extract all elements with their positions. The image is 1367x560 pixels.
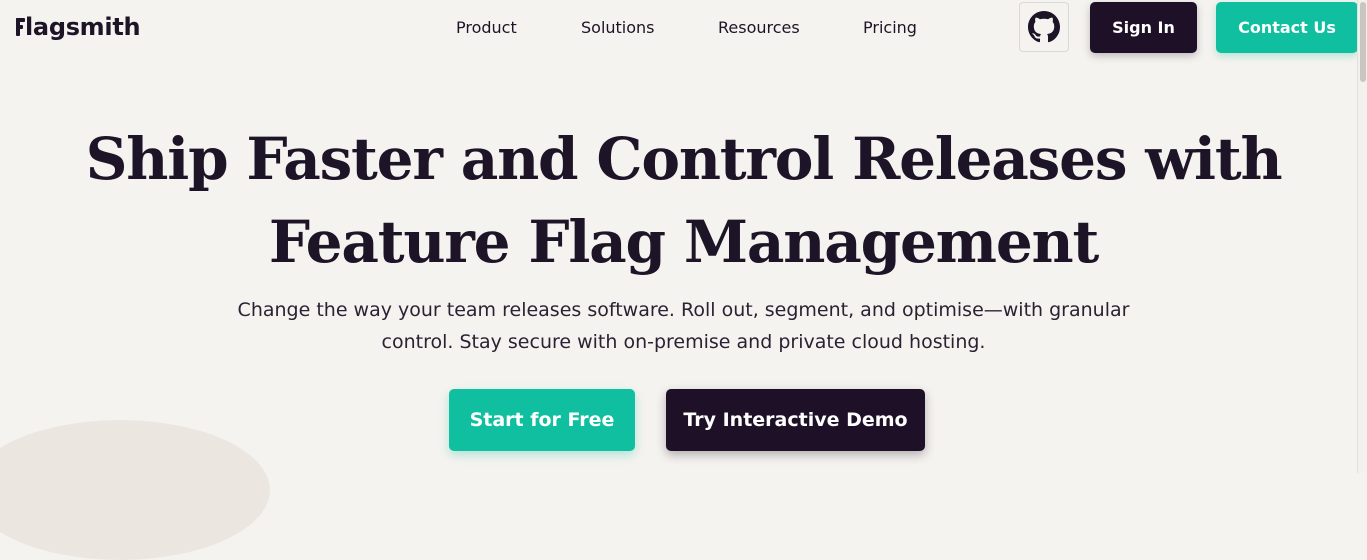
flagsmith-logo[interactable]: lagsmith	[16, 10, 141, 44]
nav-item-solutions[interactable]: Solutions	[581, 14, 655, 42]
sign-in-button[interactable]: Sign In	[1090, 2, 1197, 53]
nav-item-resources[interactable]: Resources	[718, 14, 800, 42]
site-header: lagsmith Product Solutions Resources Pri…	[0, 0, 1358, 56]
hero-title-line-2: Feature Flag Management	[268, 208, 1099, 276]
hero-subtitle-line-2: control. Stay secure with on-premise and…	[381, 331, 986, 353]
background-decoration	[0, 420, 270, 560]
github-icon	[1028, 11, 1060, 43]
start-for-free-button[interactable]: Start for Free	[449, 389, 635, 451]
github-button[interactable]	[1019, 2, 1069, 52]
hero-title: Ship Faster and Control Releases with Fe…	[0, 118, 1367, 284]
hero-subtitle: Change the way your team releases softwa…	[0, 294, 1367, 358]
hero-title-line-1: Ship Faster and Control Releases with	[85, 125, 1283, 193]
scrollbar-thumb[interactable]	[1360, 2, 1366, 82]
nav-item-pricing[interactable]: Pricing	[863, 14, 917, 42]
nav-item-product[interactable]: Product	[456, 14, 517, 42]
contact-us-button[interactable]: Contact Us	[1216, 2, 1358, 53]
vertical-scrollbar[interactable]	[1357, 0, 1367, 473]
try-interactive-demo-button[interactable]: Try Interactive Demo	[666, 389, 925, 451]
hero-subtitle-line-1: Change the way your team releases softwa…	[237, 299, 1130, 321]
logo-text: lagsmith	[25, 13, 141, 41]
flagsmith-f-icon	[16, 18, 25, 36]
